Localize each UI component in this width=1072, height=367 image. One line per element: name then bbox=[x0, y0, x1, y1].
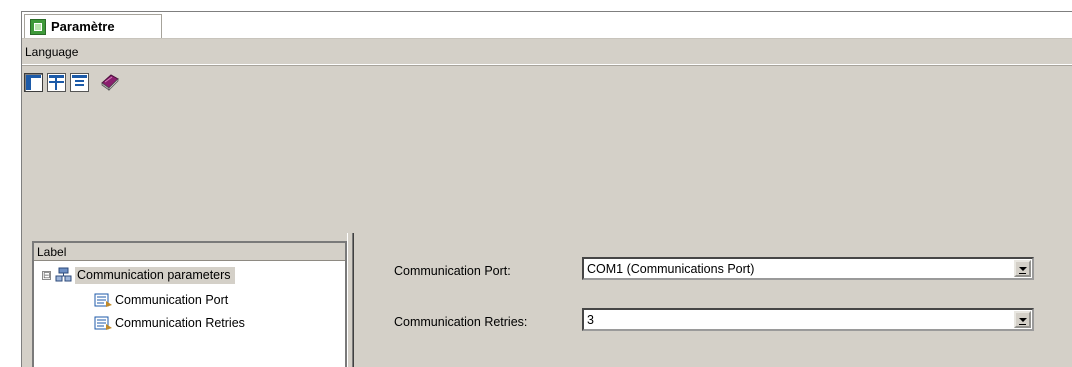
communication-retries-label: Communication Retries: bbox=[394, 315, 528, 329]
tree-panel: Label ⊟ Communication parameters Communi… bbox=[32, 241, 347, 367]
book-icon bbox=[101, 74, 119, 91]
communication-port-select[interactable]: COM1 (Communications Port) bbox=[582, 257, 1034, 280]
layout-top-pane-button[interactable] bbox=[47, 72, 66, 92]
tree-column-header[interactable]: Label bbox=[34, 243, 345, 261]
communication-port-label: Communication Port: bbox=[394, 264, 511, 278]
layout-list-pane-button[interactable] bbox=[70, 72, 89, 92]
book-button[interactable] bbox=[99, 72, 121, 92]
menu-bar: Language bbox=[22, 42, 1072, 62]
communication-retries-value: 3 bbox=[587, 312, 594, 327]
parameter-leaf-icon bbox=[94, 316, 113, 331]
tab-strip: Paramètre bbox=[22, 12, 1072, 39]
toolbar bbox=[24, 69, 121, 95]
communication-retries-select[interactable]: 3 bbox=[582, 308, 1034, 331]
tree-item-label: Communication Retries bbox=[115, 316, 245, 330]
parameter-window-icon bbox=[30, 18, 46, 35]
parameter-leaf-icon bbox=[94, 293, 113, 308]
tree-item-label: Communication Port bbox=[115, 293, 229, 307]
chevron-down-icon[interactable] bbox=[1014, 260, 1031, 277]
menu-language[interactable]: Language bbox=[25, 45, 78, 59]
menu-separator bbox=[22, 64, 1072, 66]
collapse-icon[interactable]: ⊟ bbox=[42, 270, 51, 280]
tree-item-communication-retries[interactable]: Communication Retries bbox=[94, 314, 245, 332]
tree-item-label: Communication parameters bbox=[75, 266, 235, 284]
tab-label: Paramètre bbox=[51, 19, 115, 34]
layout-left-pane-button[interactable] bbox=[24, 72, 43, 92]
chevron-down-icon[interactable] bbox=[1014, 311, 1031, 328]
splitter-divider bbox=[353, 233, 354, 367]
tree-header-label: Label bbox=[37, 245, 67, 259]
device-tree-icon bbox=[55, 267, 72, 283]
application-window: Paramètre Language Label ⊟ Communication… bbox=[21, 11, 1072, 367]
communication-port-value: COM1 (Communications Port) bbox=[587, 261, 755, 276]
tree-item-communication-port[interactable]: Communication Port bbox=[94, 291, 228, 309]
tab-parametre[interactable]: Paramètre bbox=[24, 14, 162, 38]
tree-item-communication-parameters[interactable]: ⊟ Communication parameters bbox=[42, 266, 235, 284]
